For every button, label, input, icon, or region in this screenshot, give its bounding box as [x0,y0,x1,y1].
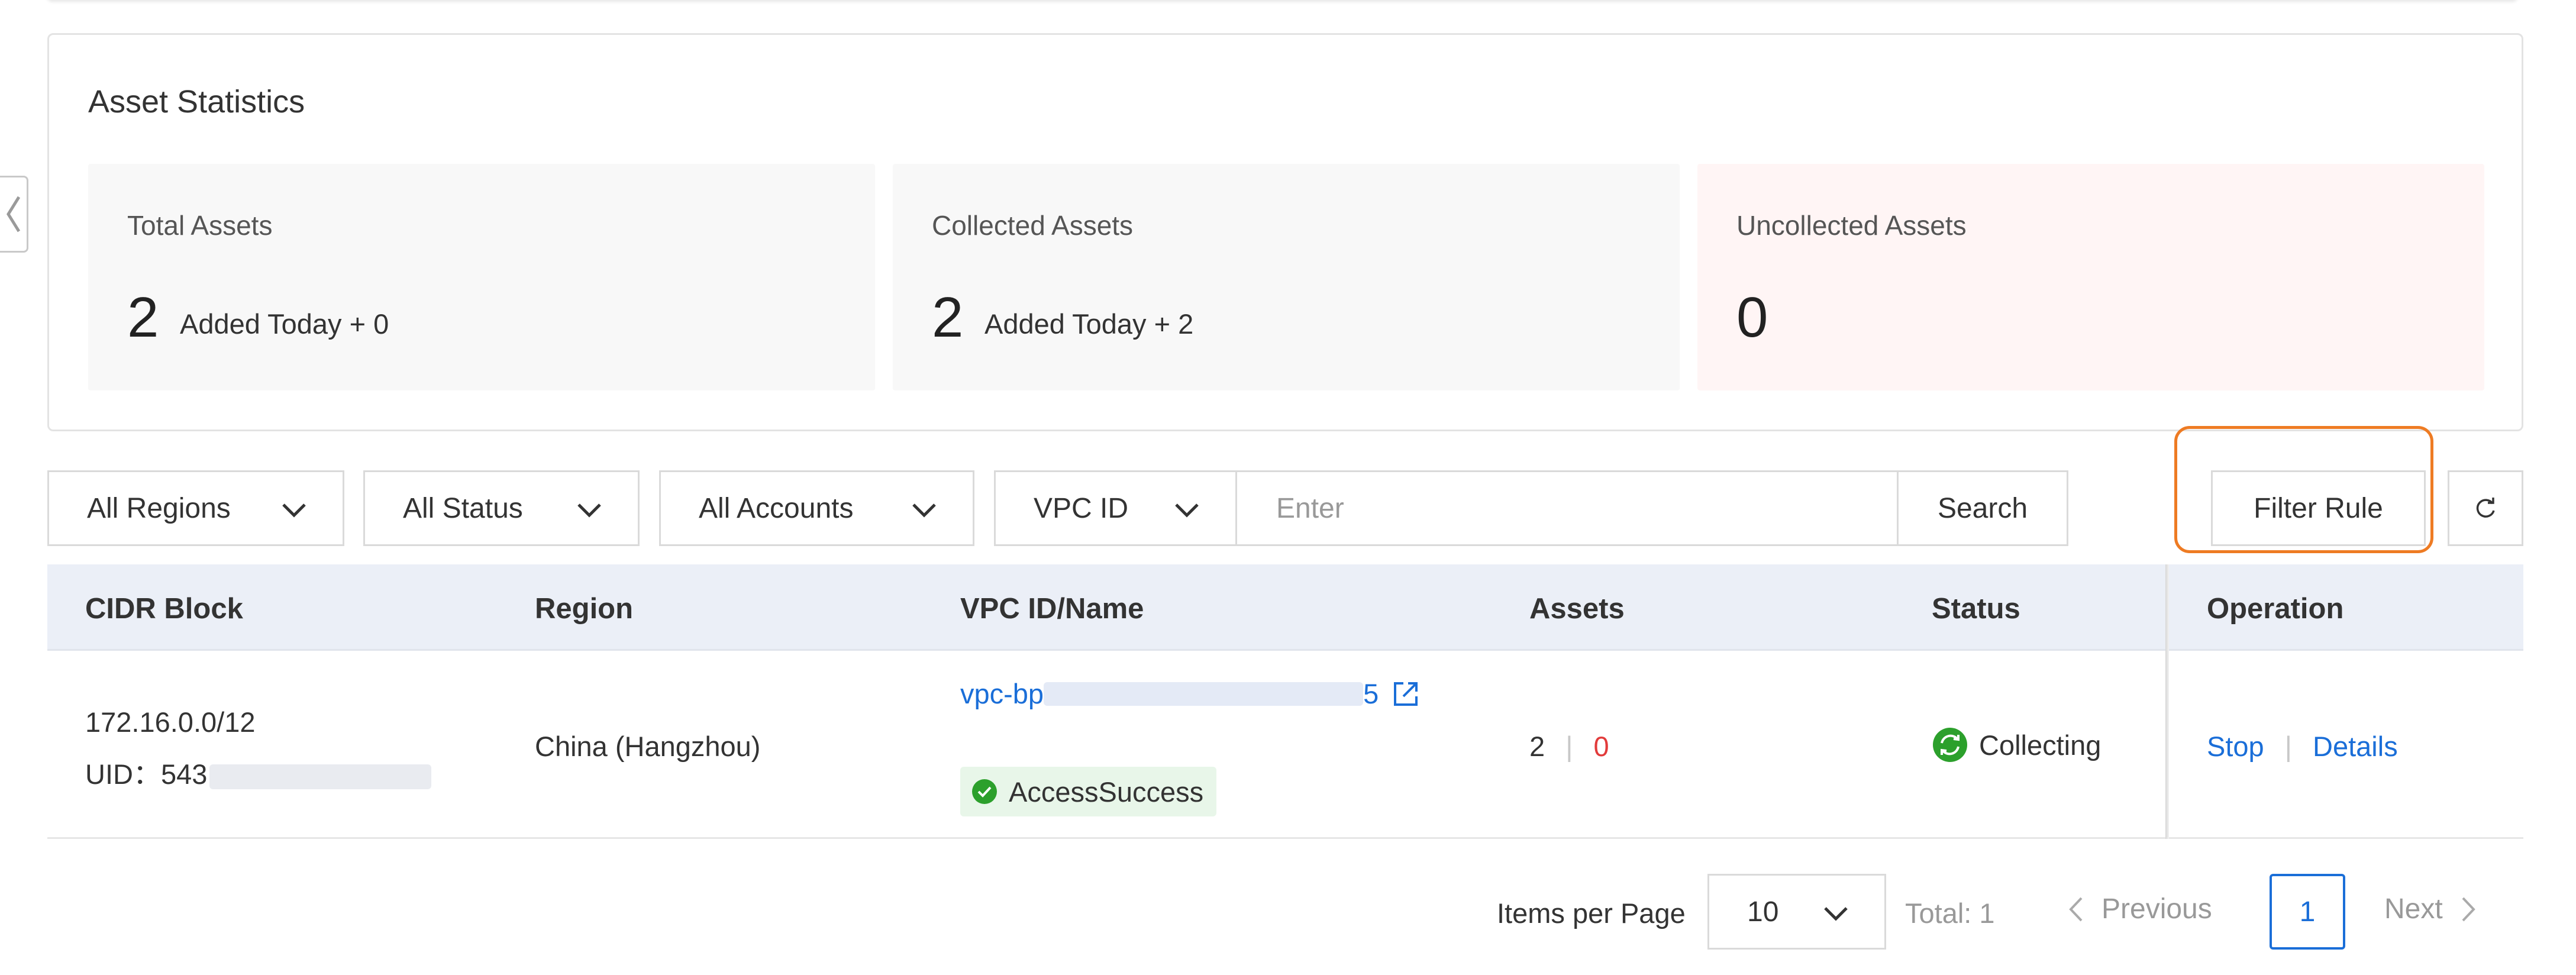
access-status-text: AccessSuccess [1009,776,1204,808]
assets-cell: 2 | 0 [1529,730,1609,763]
asset-statistics-panel: Asset Statistics Total Assets 2 Added To… [47,33,2523,431]
stat-value: 0 [1736,286,1768,349]
redacted-vpc-id [1044,682,1364,706]
stat-label: Uncollected Assets [1736,210,1967,241]
region-select-value: All Regions [87,492,231,524]
vpc-search-group: VPC ID Search [994,470,2068,546]
page-size-select[interactable]: 10 [1707,874,1886,950]
stat-added-today: Added Today + 0 [180,308,389,340]
assets-separator: | [1565,731,1573,762]
filter-rule-button[interactable]: Filter Rule [2211,470,2426,546]
total-assets-card: Total Assets 2 Added Today + 0 [88,164,875,390]
region-select[interactable]: All Regions [47,470,344,546]
fixed-column-shadow [2165,564,2169,839]
column-header-cidr: CIDR Block [85,593,243,625]
search-button[interactable]: Search [1897,472,2067,544]
column-header-vpc: VPC ID/Name [960,593,1144,625]
assets-collected: 2 [1529,731,1545,762]
uid-cell: UID：543 [85,751,432,792]
refresh-button[interactable] [2448,470,2523,546]
vpc-id-prefix: vpc-bp [960,678,1044,709]
stat-value: 2 [127,286,159,349]
vpc-id-suffix: 5 [1363,678,1379,709]
status-text: Collecting [1979,729,2102,761]
column-header-status: Status [1932,593,2020,625]
panel-title: Asset Statistics [88,84,305,120]
stat-added-today: Added Today + 2 [984,308,1194,340]
page-number-current[interactable]: 1 [2270,874,2345,950]
stop-link[interactable]: Stop [2207,731,2264,762]
chevron-down-icon [577,503,601,518]
items-per-page-label: Items per Page [1497,897,1686,929]
table-row: 172.16.0.0/12 UID：543 China (Hangzhou) v… [47,651,2523,839]
operation-separator: | [2284,731,2292,762]
previous-label: Previous [2102,893,2212,925]
details-link[interactable]: Details [2313,731,2398,762]
next-label: Next [2384,893,2443,925]
chevron-left-icon [2069,897,2083,921]
access-status-badge: AccessSuccess [960,767,1217,816]
page-size-value: 10 [1747,896,1779,928]
chevron-right-icon [2462,897,2475,921]
chevron-down-icon [1824,907,1848,921]
stat-label: Collected Assets [932,210,1134,241]
cidr-block: 172.16.0.0/12 [85,706,256,738]
sidebar-collapse-toggle[interactable] [0,176,28,253]
search-type-select[interactable]: VPC ID [996,472,1237,544]
syncing-icon [1933,728,1967,762]
total-count: Total: 1 [1905,897,1995,929]
redacted-uid [209,764,432,789]
status-cell: Collecting [1932,727,2101,763]
refresh-icon [2476,498,2495,518]
collected-assets-card: Collected Assets 2 Added Today + 2 [893,164,1680,390]
stat-label: Total Assets [127,210,273,241]
region-cell: China (Hangzhou) [535,731,761,762]
chevron-down-icon [282,503,306,518]
check-circle-icon [972,779,997,804]
chevron-down-icon [1175,503,1199,518]
accounts-select[interactable]: All Accounts [659,470,974,546]
column-header-operation: Operation [2207,593,2344,625]
status-select[interactable]: All Status [363,470,640,546]
assets-uncollected: 0 [1593,731,1609,762]
column-header-assets: Assets [1529,593,1625,625]
vpc-id-link[interactable]: vpc-bp 5 [960,677,1421,710]
accounts-select-value: All Accounts [699,492,854,524]
status-select-value: All Status [403,492,523,524]
column-header-region: Region [535,593,634,625]
external-link-icon[interactable] [1390,679,1421,709]
previous-page-button[interactable]: Previous [2067,893,2212,925]
search-type-value: VPC ID [1034,492,1129,524]
next-page-button[interactable]: Next [2384,893,2477,925]
uncollected-assets-card: Uncollected Assets 0 [1697,164,2484,390]
table-header: CIDR Block Region VPC ID/Name Assets Sta… [47,564,2523,651]
uid-value: UID：543 [85,758,208,790]
stat-value: 2 [932,286,964,349]
search-input[interactable] [1237,472,1897,544]
operation-cell: Stop | Details [2207,730,2398,763]
chevron-left-icon [6,196,20,233]
chevron-down-icon [912,503,936,518]
